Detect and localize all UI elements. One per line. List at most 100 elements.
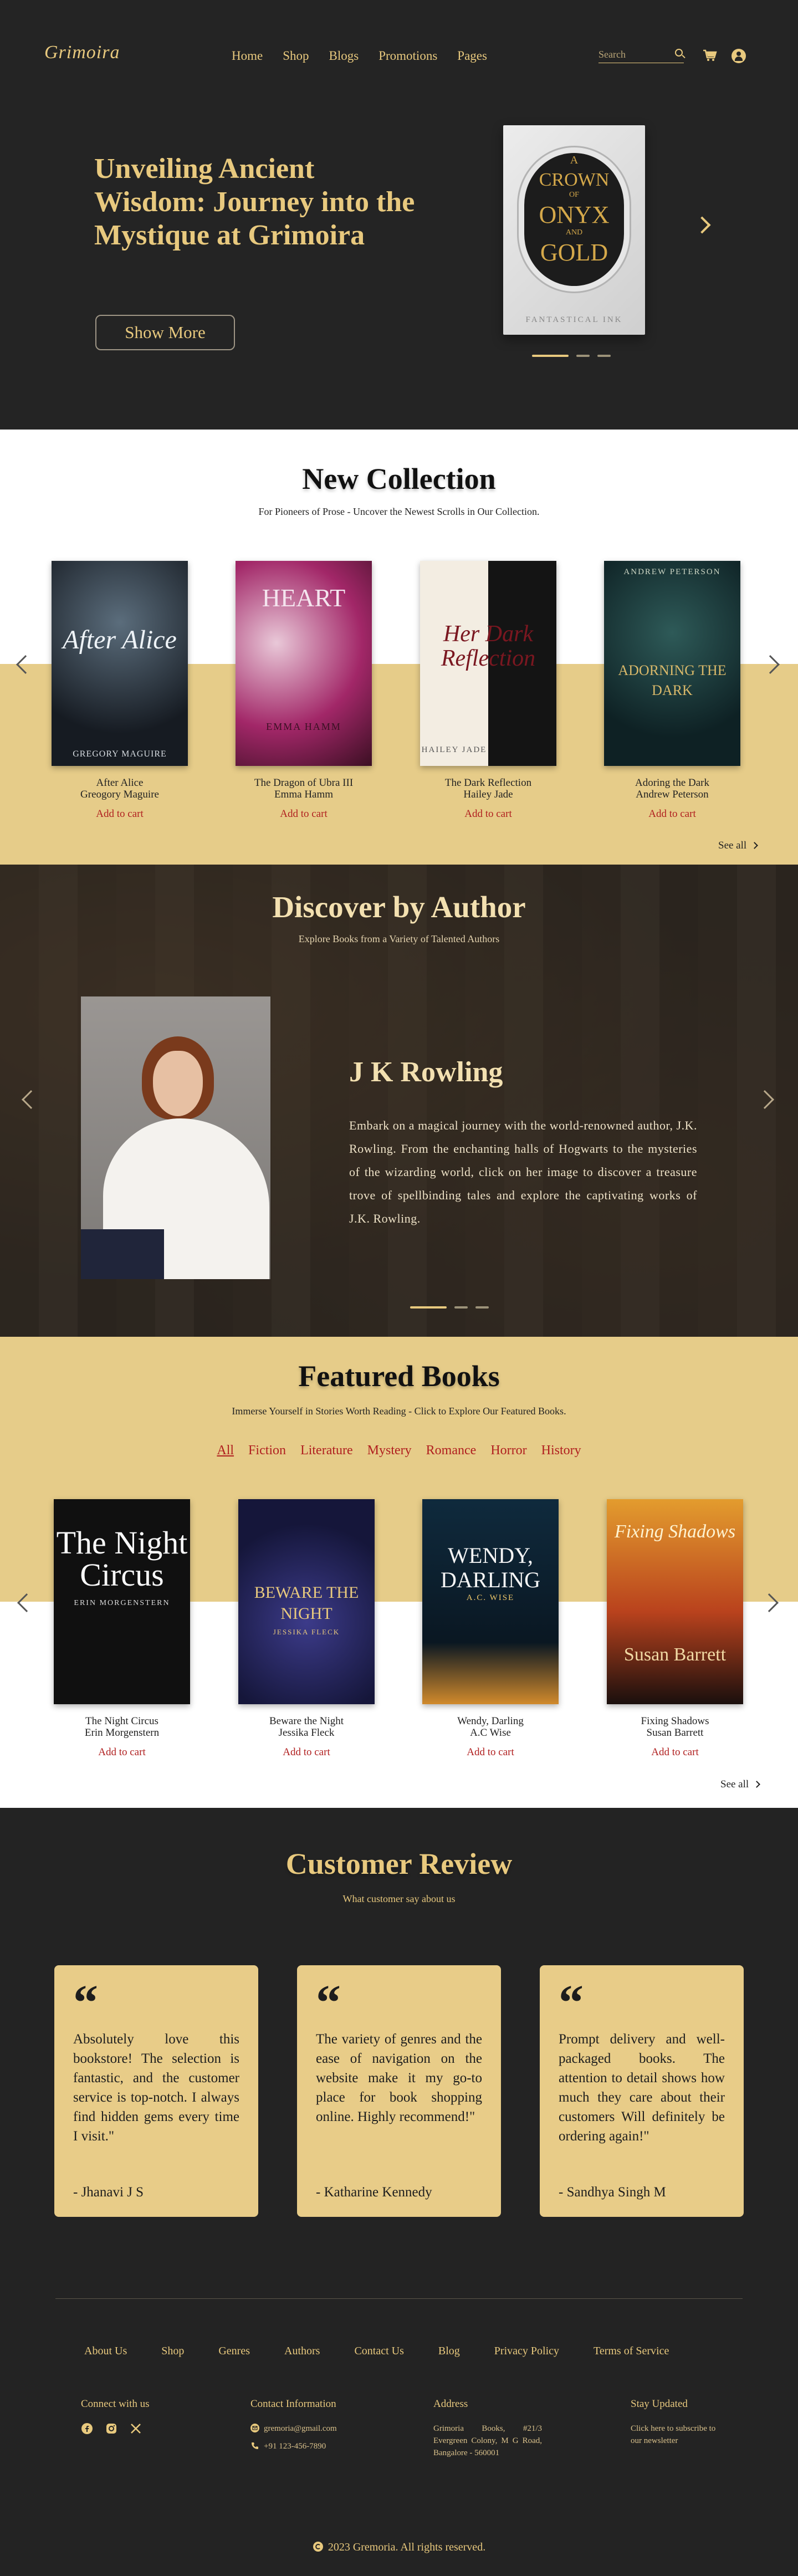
book-title[interactable]: After Alice: [52, 777, 188, 789]
add-to-cart-button[interactable]: Add to cart: [54, 1746, 190, 1759]
nav-promotions[interactable]: Promotions: [378, 49, 437, 63]
search-input[interactable]: Search: [598, 49, 684, 63]
see-all-label: See all: [718, 840, 747, 851]
section-title: Featured Books: [298, 1359, 500, 1393]
cover-line: GOLD: [540, 239, 608, 266]
cover-author: A.C. WISE: [466, 1593, 515, 1602]
footer-link-privacy[interactable]: Privacy Policy: [494, 2345, 559, 2358]
review-text: Prompt delivery and well-packaged books.…: [559, 2032, 725, 2144]
cover-title: Her Dark Reflection: [441, 621, 536, 671]
hero-book-cover[interactable]: A CROWN OF ONYX AND GOLD FANTASTICAL INK: [503, 125, 645, 335]
cover-title: The Night Circus: [56, 1525, 188, 1593]
category-tabs: All Fiction Literature Mystery Romance H…: [0, 1443, 798, 1458]
logo[interactable]: Grimoira: [44, 42, 120, 63]
book-card[interactable]: Her Dark Reflection HAILEY JADE The Dark…: [420, 561, 556, 820]
tab-horror[interactable]: Horror: [490, 1443, 526, 1458]
add-to-cart-button[interactable]: Add to cart: [420, 808, 556, 820]
book-cover[interactable]: Fixing Shadows Susan Barrett: [607, 1499, 743, 1704]
copyright: 2023 Gremoria. All rights reserved.: [0, 2541, 798, 2554]
add-to-cart-button[interactable]: Add to cart: [52, 808, 188, 820]
book-card[interactable]: After Alice GREGORY MAGUIRE After Alice …: [52, 561, 188, 820]
book-cover[interactable]: BEWARE THE NIGHT JESSIKA FLECK: [238, 1499, 375, 1704]
nav-home[interactable]: Home: [232, 49, 263, 63]
book-title[interactable]: Wendy, Darling: [422, 1715, 559, 1727]
slider-dot[interactable]: [454, 1306, 468, 1309]
see-all-link[interactable]: See all: [718, 840, 759, 852]
cover-author: ANDREW PETERSON: [623, 568, 721, 576]
cover-title: Fixing Shadows: [614, 1521, 736, 1542]
footer-link-shop[interactable]: Shop: [161, 2345, 184, 2358]
footer-email[interactable]: gremoria@gmail.com: [250, 2422, 337, 2435]
cover-author: JESSIKA FLECK: [273, 1628, 340, 1636]
user-account-icon[interactable]: [732, 49, 746, 63]
nav-blogs[interactable]: Blogs: [329, 49, 359, 63]
book-title[interactable]: The Night Circus: [54, 1715, 190, 1727]
book-author: Susan Barrett: [646, 1727, 704, 1739]
book-card[interactable]: ANDREW PETERSON ADORNING THE DARK Adorin…: [604, 561, 740, 820]
book-title[interactable]: The Dragon of Ubra III: [236, 777, 372, 789]
tab-literature[interactable]: Literature: [300, 1443, 353, 1458]
footer-link-blog[interactable]: Blog: [438, 2345, 460, 2358]
footer-link-genres[interactable]: Genres: [218, 2345, 250, 2358]
book-title[interactable]: Fixing Shadows: [607, 1715, 743, 1727]
slider-dot[interactable]: [475, 1306, 489, 1309]
author-portrait[interactable]: [81, 996, 270, 1279]
book-author: Greogory Maguire: [80, 789, 159, 800]
add-to-cart-button[interactable]: Add to cart: [236, 808, 372, 820]
see-all-link[interactable]: See all: [720, 1778, 761, 1791]
x-twitter-icon[interactable]: [130, 2422, 142, 2435]
show-more-button[interactable]: Show More: [95, 315, 235, 350]
footer-link-contact[interactable]: Contact Us: [354, 2345, 403, 2358]
quote-icon: “: [559, 1975, 584, 2030]
nav-shop[interactable]: Shop: [283, 49, 309, 63]
book-cover[interactable]: ANDREW PETERSON ADORNING THE DARK: [604, 561, 740, 766]
book-cover[interactable]: WENDY, DARLING A.C. WISE: [422, 1499, 559, 1704]
cart-icon[interactable]: [703, 49, 717, 62]
slider-dot[interactable]: [576, 355, 590, 357]
add-to-cart-button[interactable]: Add to cart: [607, 1746, 743, 1759]
main-nav: Home Shop Blogs Promotions Pages: [232, 49, 487, 63]
cover-line: ONYX: [539, 201, 610, 228]
featured-books-section: Featured Books Immerse Yourself in Stori…: [0, 1337, 798, 1808]
footer-newsletter: Stay Updated Click here to subscribe to …: [631, 2398, 728, 2447]
add-to-cart-button[interactable]: Add to cart: [422, 1746, 559, 1759]
cover-title: BEWARE THE NIGHT: [254, 1583, 359, 1623]
review-card: “ The variety of genres and the ease of …: [297, 1965, 501, 2217]
book-card[interactable]: The Night Circus ERIN MORGENSTERN The Ni…: [54, 1499, 190, 1759]
book-card[interactable]: WENDY, DARLING A.C. WISE Wendy, Darling …: [422, 1499, 559, 1759]
newsletter-subscribe-link[interactable]: Click here to subscribe to our newslette…: [631, 2424, 715, 2445]
footer-connect: Connect with us: [81, 2398, 150, 2435]
footer-heading: Address: [433, 2398, 468, 2410]
book-cover[interactable]: The Night Circus ERIN MORGENSTERN: [54, 1499, 190, 1704]
book-card[interactable]: HEART EMMA HAMM The Dragon of Ubra III E…: [236, 561, 372, 820]
footer-link-about[interactable]: About Us: [84, 2345, 127, 2358]
book-title[interactable]: The Dark Reflection: [420, 777, 556, 789]
slider-dot[interactable]: [410, 1306, 447, 1309]
book-cover[interactable]: After Alice GREGORY MAGUIRE: [52, 561, 188, 766]
book-title[interactable]: Beware the Night: [238, 1715, 375, 1727]
nav-pages[interactable]: Pages: [457, 49, 487, 63]
tab-all[interactable]: All: [217, 1443, 234, 1458]
add-to-cart-button[interactable]: Add to cart: [238, 1746, 375, 1759]
instagram-icon[interactable]: [105, 2422, 117, 2435]
slider-dot[interactable]: [532, 355, 569, 357]
slider-dot[interactable]: [597, 355, 611, 357]
book-card[interactable]: Fixing Shadows Susan Barrett Fixing Shad…: [607, 1499, 743, 1759]
search-icon[interactable]: [675, 49, 683, 57]
footer-link-authors[interactable]: Authors: [284, 2345, 320, 2358]
cover-title: ADORNING THE DARK: [618, 662, 727, 698]
add-to-cart-button[interactable]: Add to cart: [604, 808, 740, 820]
tab-mystery[interactable]: Mystery: [367, 1443, 412, 1458]
chevron-right-icon[interactable]: [693, 216, 711, 234]
facebook-icon[interactable]: [81, 2422, 93, 2435]
footer-phone[interactable]: +91 123-456-7890: [250, 2440, 337, 2452]
tab-fiction[interactable]: Fiction: [248, 1443, 286, 1458]
book-title[interactable]: Adoring the Dark: [604, 777, 740, 789]
tab-history[interactable]: History: [541, 1443, 581, 1458]
book-cover[interactable]: HEART EMMA HAMM: [236, 561, 372, 766]
footer-link-terms[interactable]: Terms of Service: [594, 2345, 669, 2358]
tab-romance[interactable]: Romance: [426, 1443, 477, 1458]
book-cover[interactable]: Her Dark Reflection HAILEY JADE: [420, 561, 556, 766]
section-title: Discover by Author: [272, 890, 526, 924]
book-card[interactable]: BEWARE THE NIGHT JESSIKA FLECK Beware th…: [238, 1499, 375, 1759]
